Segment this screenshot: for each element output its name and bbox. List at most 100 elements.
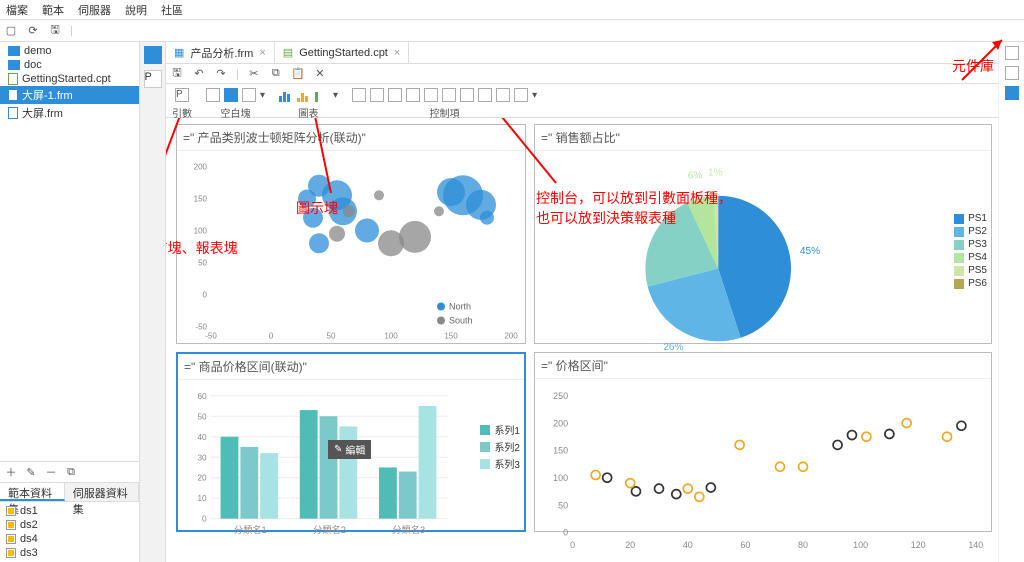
svg-text:60: 60 (740, 540, 750, 550)
tree-control-icon (496, 88, 510, 102)
bar-legend: 系列1系列2系列3 (480, 420, 520, 473)
doc-toolbar: 🖫 ↶ ↷ | ✂ ⧉ 📋 ✕ (166, 64, 998, 84)
chevron-down-icon: ▾ (260, 90, 265, 101)
arrow-icon (952, 30, 1012, 90)
table-icon (6, 520, 16, 530)
svg-text:1%: 1% (708, 168, 723, 179)
tree-item[interactable]: 大屏.frm (0, 104, 139, 122)
dataset-item[interactable]: ds2 (0, 518, 139, 532)
edit-badge[interactable]: ✎ 編輯 (328, 440, 371, 459)
menu-bar: 檔案 範本 伺服器 說明 社區 (0, 0, 1024, 20)
file-control-icon (514, 88, 528, 102)
add-icon[interactable]: ＋ (4, 465, 18, 479)
svg-text:分類名2: 分類名2 (313, 524, 346, 535)
text-control-icon (352, 88, 366, 102)
bar-chart-card[interactable]: =" 商品价格区间(联动)" 0102030405060分類名1分類名2分類名3… (176, 352, 526, 532)
svg-text:140: 140 (968, 540, 983, 550)
dataset-panel: ＋ ✎ － ⧉ 範本資料集 伺服器資料集 ds1 ds2 ds4 ds3 (0, 461, 139, 562)
file-tree: demo doc GettingStarted.cpt 大屏-1.frm 大屏.… (0, 42, 139, 461)
svg-text:40: 40 (197, 433, 207, 442)
dataset-item[interactable]: ds1 (0, 504, 139, 518)
dataset-item[interactable]: ds4 (0, 532, 139, 546)
arrow-icon (446, 118, 606, 193)
svg-text:50: 50 (197, 412, 207, 421)
cut-icon[interactable]: ✂ (247, 67, 261, 81)
tree-item[interactable]: demo (0, 44, 139, 58)
dataset-label: ds3 (20, 547, 38, 559)
component-ribbon: P 引數 ▾ 空白塊 ▾ 圖表 (166, 84, 998, 118)
menu-help[interactable]: 說明 (125, 2, 147, 18)
arrow-icon (276, 118, 356, 203)
svg-text:0: 0 (269, 332, 274, 341)
svg-text:40: 40 (683, 540, 693, 550)
ribbon-chart[interactable]: ▾ 圖表 (279, 86, 338, 120)
tree-label: demo (24, 45, 52, 57)
save-icon[interactable]: 🖫 (48, 24, 62, 38)
bar-chart: 0102030405060分類名1分類名2分類名3 (182, 384, 520, 541)
svg-text:0: 0 (203, 291, 208, 300)
save-icon[interactable]: 🖫 (170, 67, 184, 81)
menu-template[interactable]: 範本 (42, 2, 64, 18)
svg-text:50: 50 (558, 500, 568, 510)
tree-item[interactable]: 大屏-1.frm (0, 86, 139, 104)
svg-text:250: 250 (553, 391, 568, 401)
folder-icon (8, 46, 20, 56)
abs-block-icon (224, 88, 238, 102)
scatter-chart-card[interactable]: =" 价格区间" 0501001502002500204060801001201… (534, 352, 992, 532)
refresh-icon[interactable]: ⟳ (26, 24, 40, 38)
radio-control-icon (460, 88, 474, 102)
mode-report-icon[interactable]: P (144, 70, 162, 88)
svg-text:26%: 26% (663, 342, 683, 353)
ribbon-control[interactable]: ▾ 控制項 (352, 86, 537, 120)
svg-text:45%: 45% (800, 246, 820, 257)
list-control-icon (478, 88, 492, 102)
close-icon[interactable]: × (259, 47, 265, 59)
close-icon[interactable]: × (394, 47, 400, 59)
dataset-label: ds2 (20, 519, 38, 531)
tree-item[interactable]: doc (0, 58, 139, 72)
menu-community[interactable]: 社區 (161, 2, 183, 18)
design-canvas[interactable]: =" 产品类别波士顿矩阵分析(联动)" -50050100150200-5005… (166, 118, 998, 562)
mode-bar: P (140, 42, 166, 562)
copy-icon[interactable]: ⧉ (64, 465, 78, 479)
dataset-label: ds1 (20, 505, 38, 517)
file-icon (8, 107, 18, 119)
dataset-list: ds1 ds2 ds4 ds3 (0, 502, 139, 562)
menu-server[interactable]: 伺服器 (78, 2, 111, 18)
dataset-tab-template[interactable]: 範本資料集 (0, 483, 65, 501)
ribbon-params[interactable]: P 引數 (172, 86, 192, 120)
svg-text:150: 150 (444, 332, 458, 341)
svg-text:0: 0 (202, 515, 207, 524)
document-tabs: ▦ 产品分析.frm × ▤ GettingStarted.cpt × (166, 42, 998, 64)
redo-icon[interactable]: ↷ (214, 67, 228, 81)
left-sidebar: demo doc GettingStarted.cpt 大屏-1.frm 大屏.… (0, 42, 140, 562)
document-tab[interactable]: ▦ 产品分析.frm × (166, 42, 275, 63)
check-control-icon (406, 88, 420, 102)
menu-file[interactable]: 檔案 (6, 2, 28, 18)
scatter-chart: 050100150200250020406080100120140 (539, 383, 987, 554)
delete-icon[interactable]: － (44, 465, 58, 479)
file-icon (8, 73, 18, 85)
dataset-toolbar: ＋ ✎ － ⧉ (0, 462, 139, 482)
paste-icon[interactable]: 📋 (291, 67, 305, 81)
button-control-icon (370, 88, 384, 102)
copy-icon[interactable]: ⧉ (269, 67, 283, 81)
dataset-item[interactable]: ds3 (0, 546, 139, 560)
dataset-tab-server[interactable]: 伺服器資料集 (65, 483, 139, 501)
right-rail (998, 42, 1024, 562)
report-block-icon (242, 88, 256, 102)
tree-item[interactable]: GettingStarted.cpt (0, 72, 139, 86)
svg-text:200: 200 (553, 418, 568, 428)
new-icon[interactable]: ▢ (4, 24, 18, 38)
ribbon-block[interactable]: ▾ 空白塊 (206, 86, 265, 120)
svg-text:50: 50 (327, 332, 336, 341)
date-control-icon (424, 88, 438, 102)
mode-form-icon[interactable] (144, 46, 162, 64)
tree-label: 大屏.frm (22, 105, 63, 121)
undo-icon[interactable]: ↶ (192, 67, 206, 81)
delete-icon[interactable]: ✕ (313, 67, 327, 81)
document-tab[interactable]: ▤ GettingStarted.cpt × (275, 42, 410, 63)
svg-text:30: 30 (197, 453, 207, 462)
edit-icon[interactable]: ✎ (24, 465, 38, 479)
card-title: =" 商品价格区间(联动)" (178, 354, 524, 380)
